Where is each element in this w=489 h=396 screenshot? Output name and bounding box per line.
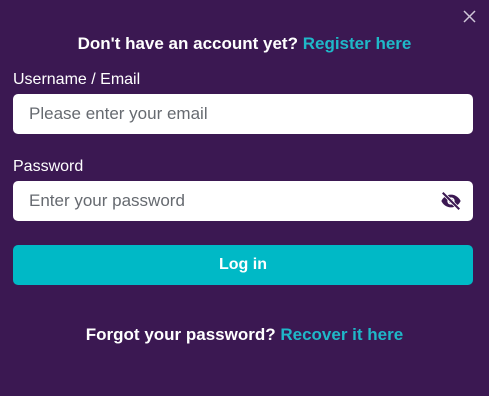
login-button[interactable]: Log in	[13, 245, 473, 285]
password-visibility-toggle[interactable]	[439, 189, 463, 213]
register-prompt-text: Don't have an account yet?	[77, 34, 298, 53]
username-label: Username / Email	[13, 71, 141, 88]
register-prompt: Don't have an account yet? Register here	[0, 34, 489, 54]
username-field-container	[13, 94, 473, 134]
username-input[interactable]	[29, 104, 457, 124]
password-input[interactable]	[29, 191, 439, 211]
password-label: Password	[13, 158, 84, 175]
forgot-password-text: Forgot your password?	[85, 325, 276, 344]
forgot-password-prompt: Forgot your password? Recover it here	[0, 325, 489, 345]
close-button[interactable]	[459, 6, 479, 26]
register-link[interactable]: Register here	[303, 34, 412, 53]
recover-link[interactable]: Recover it here	[280, 325, 403, 344]
password-field-container	[13, 181, 473, 221]
close-icon	[462, 9, 476, 23]
eye-slash-icon	[441, 191, 461, 211]
